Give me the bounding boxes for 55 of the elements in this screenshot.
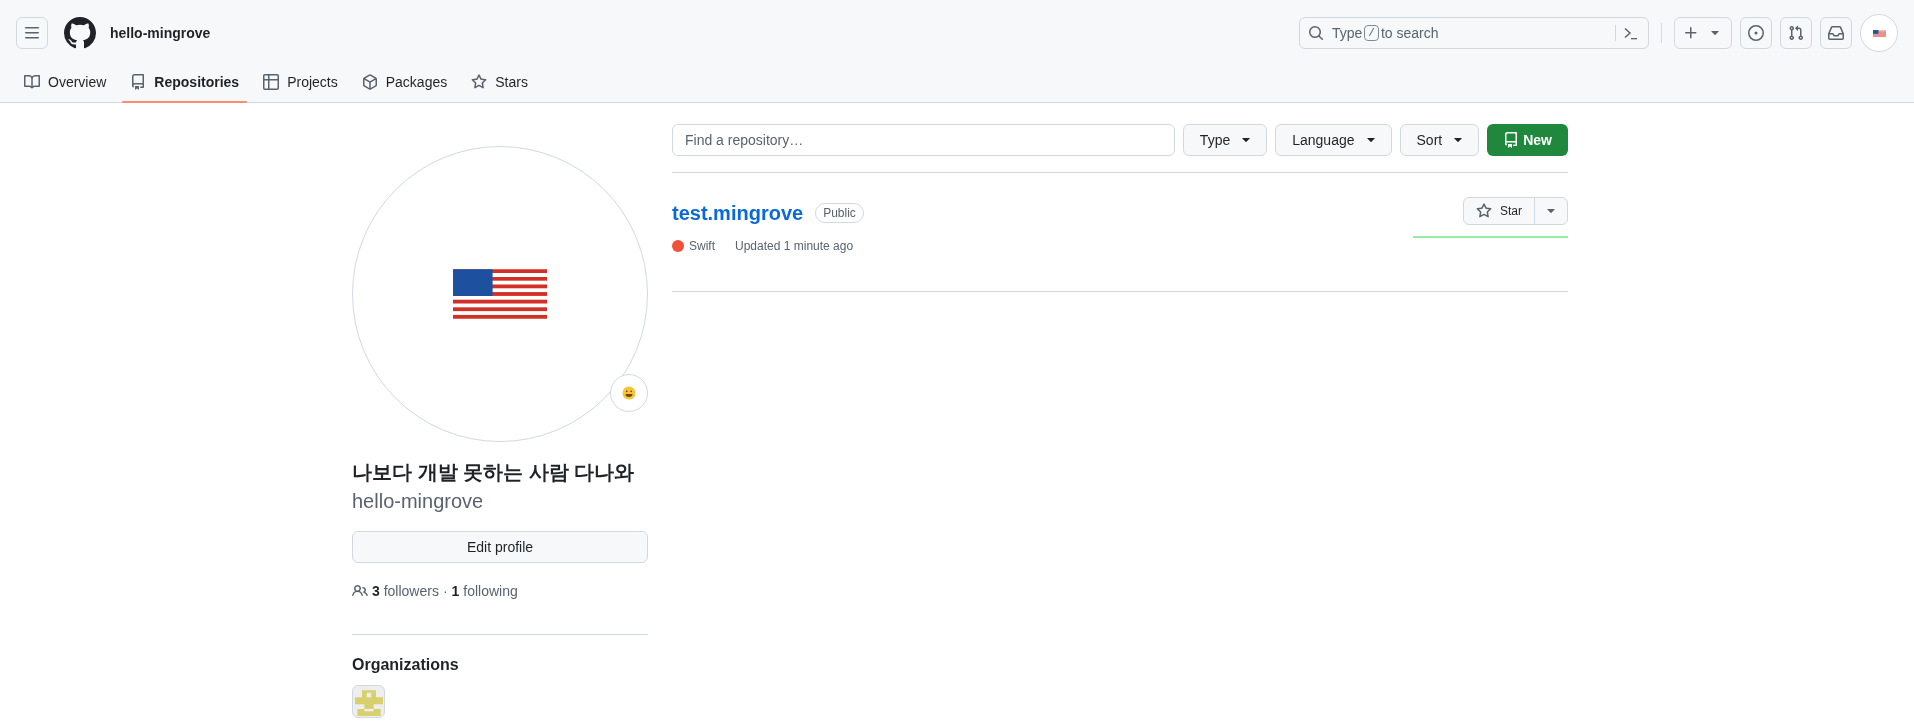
octocat-logo-icon: [64, 17, 96, 49]
nav-tab[interactable]: Overview: [16, 62, 115, 102]
package-icon: [361, 74, 378, 90]
caret-icon: [1711, 31, 1719, 35]
new-repository-button[interactable]: New: [1487, 124, 1568, 156]
profile-name: 나보다 개발 못하는 사람 다나와: [352, 460, 636, 485]
nav-tab[interactable]: Repositories: [122, 62, 248, 102]
repository-link[interactable]: test.mingrove: [672, 198, 804, 228]
issues-button[interactable]: [1740, 17, 1772, 49]
language-label: Swift: [689, 238, 715, 254]
caret-icon: [1366, 138, 1375, 142]
terminal-icon: [1624, 25, 1640, 41]
following-link[interactable]: 1 following: [451, 581, 518, 601]
smiley-icon: [622, 386, 636, 400]
organizations-heading: Organizations: [352, 655, 460, 675]
username-link[interactable]: hello-mingrove: [110, 23, 211, 43]
followers-link[interactable]: 3 followers: [372, 581, 439, 601]
caret-icon: [1547, 209, 1555, 213]
plus-icon: [1683, 25, 1699, 41]
filter-dropdown-button[interactable]: Sort: [1399, 124, 1480, 156]
search-field[interactable]: Type / to search: [1299, 17, 1649, 49]
caret-icon: [1242, 138, 1251, 142]
search-placeholder: Type / to search: [1332, 24, 1439, 43]
table-icon: [263, 74, 280, 90]
caret-icon: [1454, 138, 1463, 142]
organization-avatar[interactable]: [352, 685, 385, 718]
menu-button[interactable]: [16, 17, 48, 49]
pixel-identicon-icon: [354, 687, 383, 716]
repository-search-field[interactable]: Find a repository…: [672, 124, 1175, 156]
user-avatar-button[interactable]: [1860, 14, 1898, 52]
filter-dropdown-button[interactable]: Language: [1275, 124, 1392, 156]
inbox-icon: [1828, 25, 1844, 41]
issue-icon: [1748, 25, 1764, 41]
separator-dot: ·: [442, 582, 448, 601]
edit-profile-button[interactable]: Edit profile: [352, 531, 648, 563]
star-icon: [1476, 203, 1492, 219]
profile-username: hello-mingrove: [352, 489, 485, 514]
nav-tab[interactable]: Projects: [255, 62, 346, 102]
pull-requests-button[interactable]: [1780, 17, 1812, 49]
nav-tab[interactable]: Stars: [463, 62, 536, 102]
updated-time: Updated 1 minute ago: [735, 238, 854, 254]
status-button[interactable]: [610, 374, 648, 412]
book-icon: [24, 74, 40, 90]
search-icon: [1308, 25, 1324, 41]
inbox-button[interactable]: [1820, 17, 1852, 49]
repo-icon: [1503, 132, 1520, 148]
people-icon: [352, 583, 368, 599]
menu-icon: [24, 25, 40, 41]
create-new-button[interactable]: [1674, 17, 1732, 49]
filter-dropdown-button[interactable]: Type: [1182, 124, 1268, 156]
star-icon: [471, 74, 488, 90]
flag-icon: [1872, 28, 1886, 38]
nav-tab[interactable]: Packages: [353, 62, 456, 102]
pull-request-icon: [1788, 25, 1804, 41]
repo-icon: [130, 74, 147, 90]
